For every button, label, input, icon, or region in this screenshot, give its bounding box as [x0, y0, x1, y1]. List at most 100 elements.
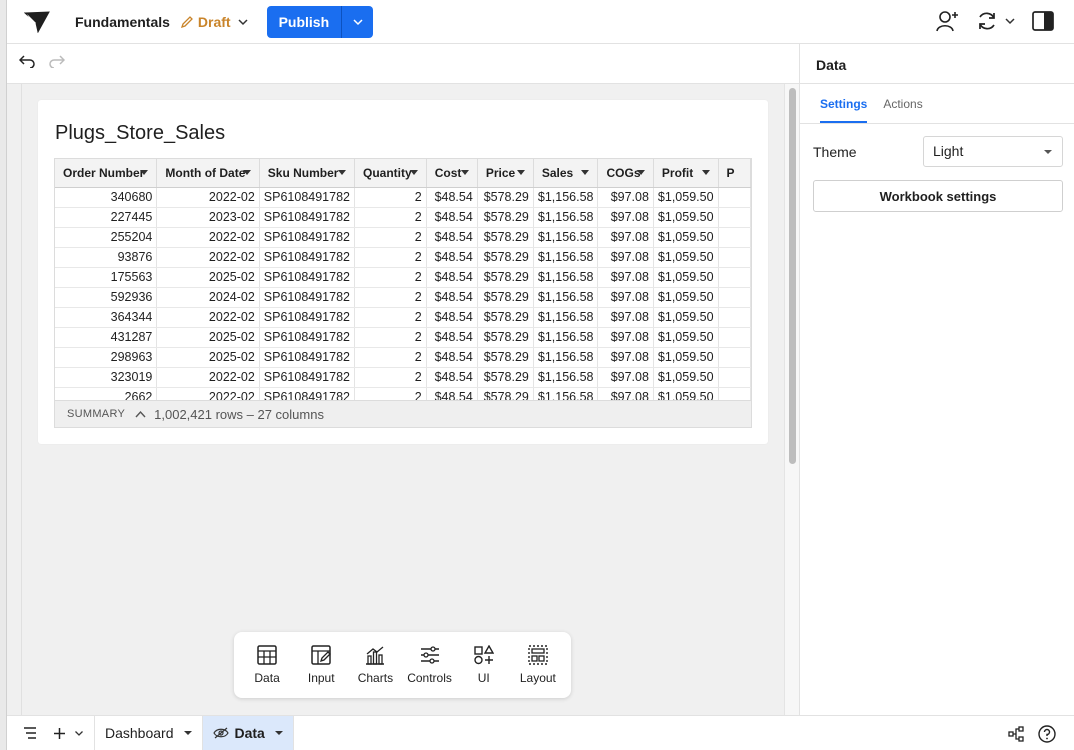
- tab-actions[interactable]: Actions: [883, 84, 922, 123]
- table-cell[interactable]: $1,059.50: [653, 247, 719, 268]
- workbook-title[interactable]: Fundamentals: [75, 14, 170, 30]
- column-menu-icon[interactable]: [409, 170, 418, 175]
- table-cell[interactable]: 323019: [55, 367, 158, 388]
- table-cell[interactable]: 2: [354, 347, 427, 368]
- table-cell[interactable]: $97.08: [597, 327, 654, 348]
- table-cell[interactable]: $1,156.58: [533, 327, 599, 348]
- table-row[interactable]: 592936 2024-02 SP6108491782 2 $48.54 $578.29 $…: [55, 287, 751, 308]
- table-cell[interactable]: $97.08: [597, 367, 654, 388]
- column-header[interactable]: Price: [477, 159, 534, 188]
- table-cell[interactable]: $97.08: [597, 267, 654, 288]
- insert-data-button[interactable]: Data: [241, 645, 293, 685]
- table-cell[interactable]: 2022-02: [156, 187, 260, 208]
- table-cell[interactable]: 2: [354, 307, 427, 328]
- table-cell[interactable]: $48.54: [426, 207, 478, 228]
- tab-dashboard[interactable]: Dashboard: [94, 715, 203, 750]
- caret-down-icon[interactable]: [183, 731, 192, 735]
- table-cell[interactable]: $97.08: [597, 187, 654, 208]
- workbook-settings-button[interactable]: Workbook settings: [813, 180, 1063, 212]
- panel-toggle-icon[interactable]: [1032, 11, 1054, 31]
- redo-icon[interactable]: [49, 54, 66, 73]
- column-menu-icon[interactable]: [460, 170, 469, 175]
- element-title[interactable]: Plugs_Store_Sales: [55, 122, 225, 145]
- table-cell[interactable]: 340680: [55, 187, 158, 208]
- table-cell[interactable]: $97.08: [597, 307, 654, 328]
- table-cell[interactable]: 2: [354, 327, 427, 348]
- insert-charts-button[interactable]: Charts: [349, 645, 401, 685]
- column-menu-icon[interactable]: [701, 170, 710, 175]
- column-header[interactable]: Profit: [653, 159, 719, 188]
- table-cell[interactable]: [718, 367, 751, 388]
- table-cell[interactable]: $48.54: [426, 307, 478, 328]
- table-cell[interactable]: $1,059.50: [653, 207, 719, 228]
- table-cell[interactable]: 2: [354, 187, 427, 208]
- add-page-icon[interactable]: [53, 727, 66, 740]
- caret-down-icon[interactable]: [274, 731, 283, 735]
- table-cell[interactable]: $48.54: [426, 267, 478, 288]
- scrollbar-thumb[interactable]: [789, 88, 796, 464]
- table-cell[interactable]: 175563: [55, 267, 158, 288]
- refresh-icon[interactable]: [976, 10, 1016, 32]
- draft-status[interactable]: Draft: [180, 14, 253, 30]
- table-cell[interactable]: $578.29: [477, 367, 534, 388]
- table-cell[interactable]: $578.29: [477, 267, 534, 288]
- table-cell[interactable]: $48.54: [426, 327, 478, 348]
- column-menu-icon[interactable]: [516, 170, 525, 175]
- table-cell[interactable]: [718, 267, 751, 288]
- table-cell[interactable]: $578.29: [477, 327, 534, 348]
- help-icon[interactable]: [1038, 725, 1056, 748]
- column-header[interactable]: Month of Date: [156, 159, 260, 188]
- table-cell[interactable]: 2023-02: [156, 207, 260, 228]
- table-cell[interactable]: $1,059.50: [653, 267, 719, 288]
- canvas-scrollbar[interactable]: [784, 84, 799, 715]
- table-cell[interactable]: $1,059.50: [653, 187, 719, 208]
- table-cell[interactable]: 227445: [55, 207, 158, 228]
- table-cell[interactable]: $1,156.58: [533, 307, 599, 328]
- table-cell[interactable]: [718, 187, 751, 208]
- insert-controls-button[interactable]: Controls: [404, 645, 456, 685]
- table-cell[interactable]: 2: [354, 247, 427, 268]
- tab-settings[interactable]: Settings: [820, 84, 868, 123]
- table-cell[interactable]: SP6108491782: [259, 327, 356, 348]
- table-cell[interactable]: $1,059.50: [653, 367, 719, 388]
- table-cell[interactable]: $48.54: [426, 287, 478, 308]
- table-cell[interactable]: $48.54: [426, 367, 478, 388]
- column-header[interactable]: COGs: [597, 159, 654, 188]
- table-row[interactable]: 175563 2025-02 SP6108491782 2 $48.54 $578.29 $…: [55, 267, 751, 288]
- column-header[interactable]: Order Number: [55, 159, 158, 188]
- table-row[interactable]: 431287 2025-02 SP6108491782 2 $48.54 $578.29 $…: [55, 327, 751, 348]
- column-header[interactable]: Sku Number: [259, 159, 356, 188]
- table-cell[interactable]: $1,156.58: [533, 207, 599, 228]
- table-cell[interactable]: 2025-02: [156, 347, 260, 368]
- table-row[interactable]: 255204 2022-02 SP6108491782 2 $48.54 $578.29 $…: [55, 227, 751, 248]
- table-cell[interactable]: 592936: [55, 287, 158, 308]
- table-cell[interactable]: $48.54: [426, 187, 478, 208]
- app-logo-icon[interactable]: [23, 8, 51, 36]
- column-header[interactable]: Quantity: [354, 159, 427, 188]
- lineage-icon[interactable]: [1008, 726, 1024, 747]
- table-cell[interactable]: 2: [354, 267, 427, 288]
- table-cell[interactable]: $1,059.50: [653, 287, 719, 308]
- table-element[interactable]: Plugs_Store_Sales Order Number Month of D…: [38, 100, 768, 444]
- table-cell[interactable]: [718, 247, 751, 268]
- table-row[interactable]: 323019 2022-02 SP6108491782 2 $48.54 $578.29 $…: [55, 367, 751, 388]
- share-user-icon[interactable]: [936, 10, 960, 32]
- table-cell[interactable]: SP6108491782: [259, 287, 356, 308]
- table-cell[interactable]: 364344: [55, 307, 158, 328]
- table-cell[interactable]: 431287: [55, 327, 158, 348]
- table-cell[interactable]: $1,059.50: [653, 227, 719, 248]
- table-cell[interactable]: $1,156.58: [533, 247, 599, 268]
- table-cell[interactable]: 2024-02: [156, 287, 260, 308]
- table-row[interactable]: 298963 2025-02 SP6108491782 2 $48.54 $578.29 $…: [55, 347, 751, 368]
- table-cell[interactable]: $97.08: [597, 287, 654, 308]
- table-cell[interactable]: SP6108491782: [259, 187, 356, 208]
- table-cell[interactable]: [718, 207, 751, 228]
- column-menu-icon[interactable]: [338, 170, 346, 175]
- table-cell[interactable]: SP6108491782: [259, 247, 356, 268]
- table-row[interactable]: 93876 2022-02 SP6108491782 2 $48.54 $578.29 $1…: [55, 247, 751, 268]
- publish-button[interactable]: Publish: [266, 5, 342, 38]
- table-cell[interactable]: 2: [354, 207, 427, 228]
- insert-layout-button[interactable]: Layout: [512, 645, 564, 685]
- table-cell[interactable]: $1,156.58: [533, 347, 599, 368]
- table-cell[interactable]: $1,156.58: [533, 287, 599, 308]
